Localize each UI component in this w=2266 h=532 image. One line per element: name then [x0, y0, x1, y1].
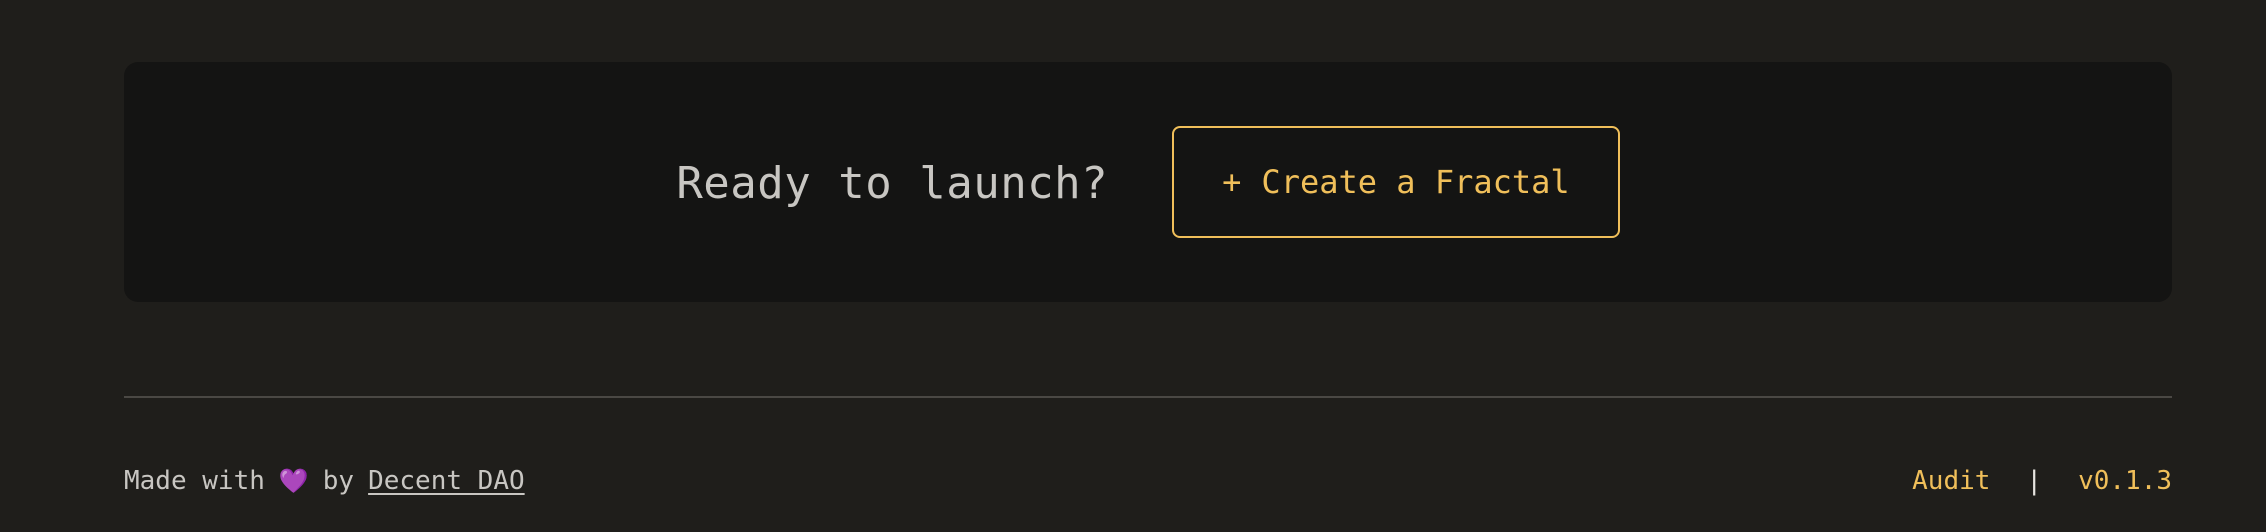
cta-heading: Ready to launch?	[676, 157, 1109, 209]
footer-meta: Audit | v0.1.3	[1912, 466, 2172, 496]
create-fractal-label: Create a Fractal	[1261, 163, 1570, 201]
plus-icon: +	[1222, 163, 1242, 201]
decent-dao-link[interactable]: Decent DAO	[368, 466, 525, 496]
version-label: v0.1.3	[2078, 466, 2172, 496]
footer-separator: |	[2026, 466, 2043, 496]
heart-icon: 💜	[278, 467, 309, 495]
audit-link[interactable]: Audit	[1912, 466, 1990, 496]
made-with-text: Made with	[124, 466, 265, 496]
create-fractal-button[interactable]: + Create a Fractal	[1172, 126, 1620, 238]
cta-card: Ready to launch? + Create a Fractal	[124, 62, 2172, 302]
by-text: by	[322, 466, 355, 496]
footer-divider	[124, 396, 2172, 398]
footer-credit: Made with 💜 by Decent DAO	[124, 466, 525, 496]
